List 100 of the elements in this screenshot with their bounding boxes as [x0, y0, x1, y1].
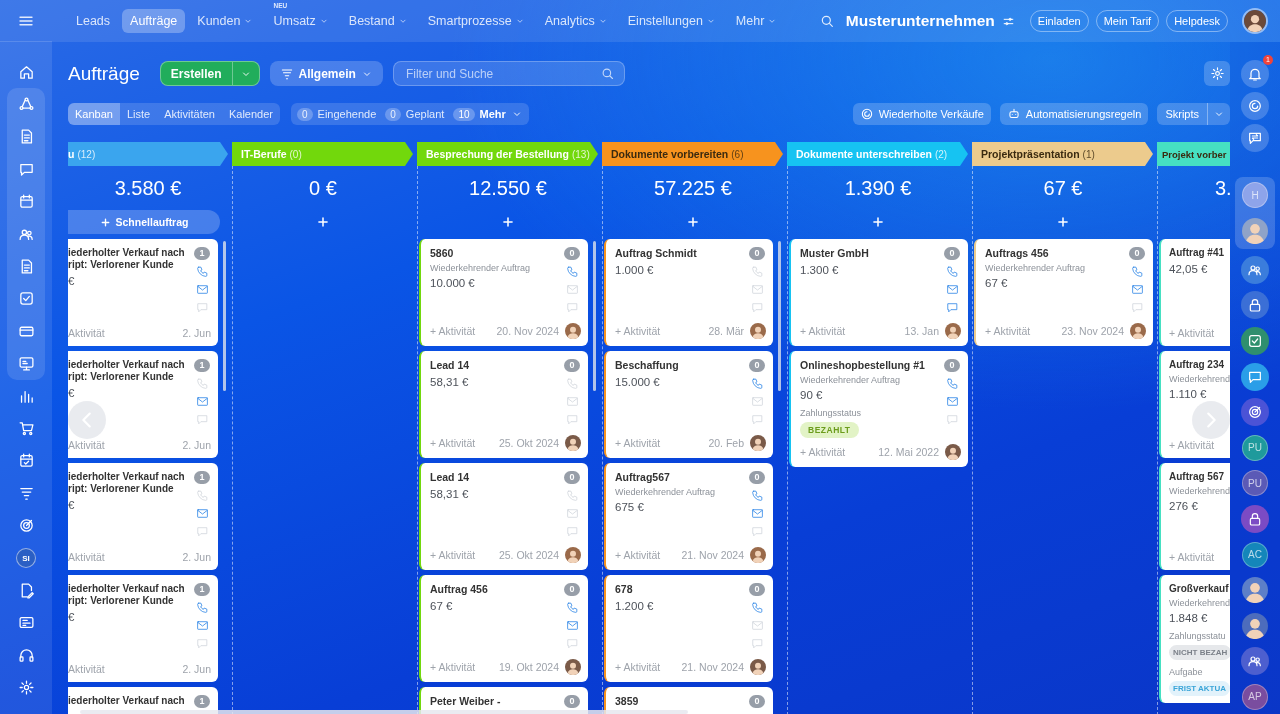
headset-icon[interactable]: [17, 646, 35, 664]
add-activity-link[interactable]: + Aktivität: [1169, 327, 1215, 339]
add-activity-link[interactable]: + Aktivität: [800, 325, 846, 337]
deal-card[interactable]: Beschaffung 15.000 € 0 + Aktivität 20. Feb: [604, 351, 773, 458]
scrollbar[interactable]: [778, 241, 781, 391]
card-title[interactable]: Auftrag Schmidt: [615, 247, 744, 260]
deal-card[interactable]: 3859 0: [604, 687, 773, 714]
deal-card[interactable]: Auftrag 234 Wiederkehrend 1.110 € + Aktivität: [1159, 351, 1230, 458]
card-title[interactable]: Peter Weiber -: [430, 695, 559, 708]
user-avatar[interactable]: AC: [1242, 541, 1268, 568]
deal-card[interactable]: iederholter Verkauf nach ript: Verlorener Kunde € 1 Aktivität 2. Jun: [68, 239, 218, 346]
add-activity-link[interactable]: Aktivität: [68, 551, 105, 563]
card-title[interactable]: Muster GmbH: [800, 247, 939, 260]
add-activity-link[interactable]: + Aktivität: [615, 549, 661, 561]
deal-card[interactable]: Onlineshopbestellung #1 Wiederkehrender Auftrag 90 € Zahlungsstatus BEZAHLT 0 + Aktivität 12. Mai 2022: [789, 351, 968, 467]
column-header[interactable]: Dokumente unterschreiben (2): [787, 142, 968, 166]
mail-icon[interactable]: [195, 395, 209, 408]
chat-icon[interactable]: [945, 301, 959, 314]
nav-tab[interactable]: Mehr: [727, 9, 786, 33]
company-name[interactable]: Musterunternehmen: [845, 12, 995, 30]
add-activity-link[interactable]: + Aktivität: [430, 549, 476, 561]
view-tab[interactable]: Aktivitäten: [157, 103, 222, 125]
nav-tab[interactable]: Bestand: [340, 9, 416, 33]
add-activity-link[interactable]: + Aktivität: [1169, 551, 1215, 563]
add-activity-link[interactable]: + Aktivität: [430, 437, 476, 449]
lock-icon[interactable]: [1247, 297, 1263, 314]
add-activity-link[interactable]: + Aktivität: [615, 325, 661, 337]
calendar-check-icon[interactable]: [17, 452, 35, 470]
user-avatar[interactable]: AP: [1242, 683, 1268, 710]
target-icon[interactable]: [1247, 404, 1263, 421]
card-title[interactable]: iederholter Verkauf nach ript: Verlorener Kunde: [68, 583, 189, 607]
card-title[interactable]: Beschaffung: [615, 359, 744, 372]
phone-icon[interactable]: [565, 601, 579, 614]
target-icon[interactable]: [17, 517, 35, 535]
phone-icon[interactable]: [195, 265, 209, 278]
card-title[interactable]: Auftrag #41: [1169, 247, 1230, 259]
filter-button[interactable]: Allgemein: [269, 61, 383, 86]
view-tab[interactable]: Kanban: [68, 103, 120, 125]
phone-icon[interactable]: [750, 601, 764, 614]
nav-tab[interactable]: Kunden: [189, 9, 262, 33]
card-title[interactable]: 5860: [430, 247, 559, 260]
checkbox-icon[interactable]: [1247, 333, 1263, 349]
add-activity-link[interactable]: Aktivität: [68, 663, 105, 675]
home-icon[interactable]: [17, 63, 35, 81]
mail-icon[interactable]: [195, 283, 209, 296]
mail-icon[interactable]: [565, 619, 579, 632]
card-title[interactable]: Auftrags 456: [985, 247, 1124, 260]
nav-tab[interactable]: Aufträge: [122, 9, 186, 33]
counter-button[interactable]: 10 Mehr: [453, 103, 523, 125]
mail-icon[interactable]: [945, 283, 959, 296]
card-title[interactable]: iederholter Verkauf nach ript: Verlorener Kunde: [68, 471, 189, 495]
deal-card[interactable]: iederholter Verkauf nach ript: Verlorener Kunde € 1 Aktivität 2. Jun: [68, 351, 218, 458]
deal-card[interactable]: Lead 14 58,31 € 0 + Aktivität 25. Okt 2024: [419, 463, 588, 570]
add-activity-link[interactable]: + Aktivität: [800, 445, 846, 458]
add-activity-link[interactable]: + Aktivität: [985, 325, 1031, 337]
column-header[interactable]: u (12): [68, 142, 228, 166]
card-title[interactable]: 678: [615, 583, 744, 596]
calendar-icon[interactable]: [17, 193, 35, 211]
settings-icon[interactable]: [17, 679, 35, 697]
counter-button[interactable]: 0 Eingehende: [297, 103, 377, 125]
card-title[interactable]: Großverkauf: [1169, 583, 1230, 595]
add-icon[interactable]: [316, 215, 330, 229]
card-title[interactable]: Auftrag 567: [1169, 471, 1230, 483]
add-icon[interactable]: [501, 215, 515, 229]
mail-icon[interactable]: [1130, 283, 1144, 296]
add-activity-link[interactable]: + Aktivität: [615, 437, 661, 449]
phone-icon[interactable]: [750, 377, 764, 390]
deal-card[interactable]: Auftrags 456 Wiederkehrender Auftrag 67 € 0 + Aktivität 23. Nov 2024: [974, 239, 1153, 346]
user-avatar[interactable]: PU: [1242, 470, 1268, 497]
mail-icon[interactable]: [195, 507, 209, 520]
card-title[interactable]: Auftrag 234: [1169, 359, 1230, 371]
phone-icon[interactable]: [750, 489, 764, 502]
phone-icon[interactable]: [1130, 265, 1144, 278]
phone-icon[interactable]: [945, 377, 959, 390]
user-avatar[interactable]: SI: [16, 548, 36, 569]
nav-tab[interactable]: Analytics: [536, 9, 616, 33]
add-activity-link[interactable]: + Aktivität: [430, 325, 476, 337]
add-activity-link[interactable]: + Aktivität: [615, 661, 661, 673]
phone-icon[interactable]: [195, 601, 209, 614]
phone-icon[interactable]: [945, 265, 959, 278]
add-activity-link[interactable]: Aktivität: [68, 439, 105, 451]
cart-icon[interactable]: [17, 420, 35, 437]
deal-card[interactable]: Auftrag 567 Wiederkehrend 276 € + Aktivität: [1159, 463, 1230, 570]
card-title[interactable]: iederholter Verkauf nach: [68, 695, 189, 707]
settings-button[interactable]: [1204, 61, 1230, 86]
deal-card[interactable]: Auftrag 456 67 € 0 + Aktivität 19. Okt 2024: [419, 575, 588, 682]
user-avatar[interactable]: PU: [1242, 434, 1268, 461]
card-title[interactable]: Lead 14: [430, 359, 559, 372]
add-activity-link[interactable]: + Aktivität: [1169, 439, 1215, 451]
deal-card[interactable]: iederholter Verkauf nach ript: Verlorener Kunde € 1 Aktivität 2. Jun: [68, 575, 218, 682]
view-tab[interactable]: Liste: [119, 103, 158, 125]
deal-card[interactable]: iederholter Verkauf nach ript: Verlorener Kunde € 1 Aktivität 2. Jun: [68, 463, 218, 570]
view-tab[interactable]: Kalender: [221, 103, 280, 125]
card-title[interactable]: iederholter Verkauf nach ript: Verlorener Kunde: [68, 359, 189, 383]
add-icon[interactable]: [871, 215, 885, 229]
card-title[interactable]: Onlineshopbestellung #1: [800, 359, 939, 372]
lock-icon[interactable]: [1247, 510, 1263, 527]
column-header[interactable]: Projektpräsentation (1): [972, 142, 1153, 166]
chat-icon[interactable]: [1247, 130, 1263, 146]
spiral-icon[interactable]: [1247, 98, 1263, 114]
